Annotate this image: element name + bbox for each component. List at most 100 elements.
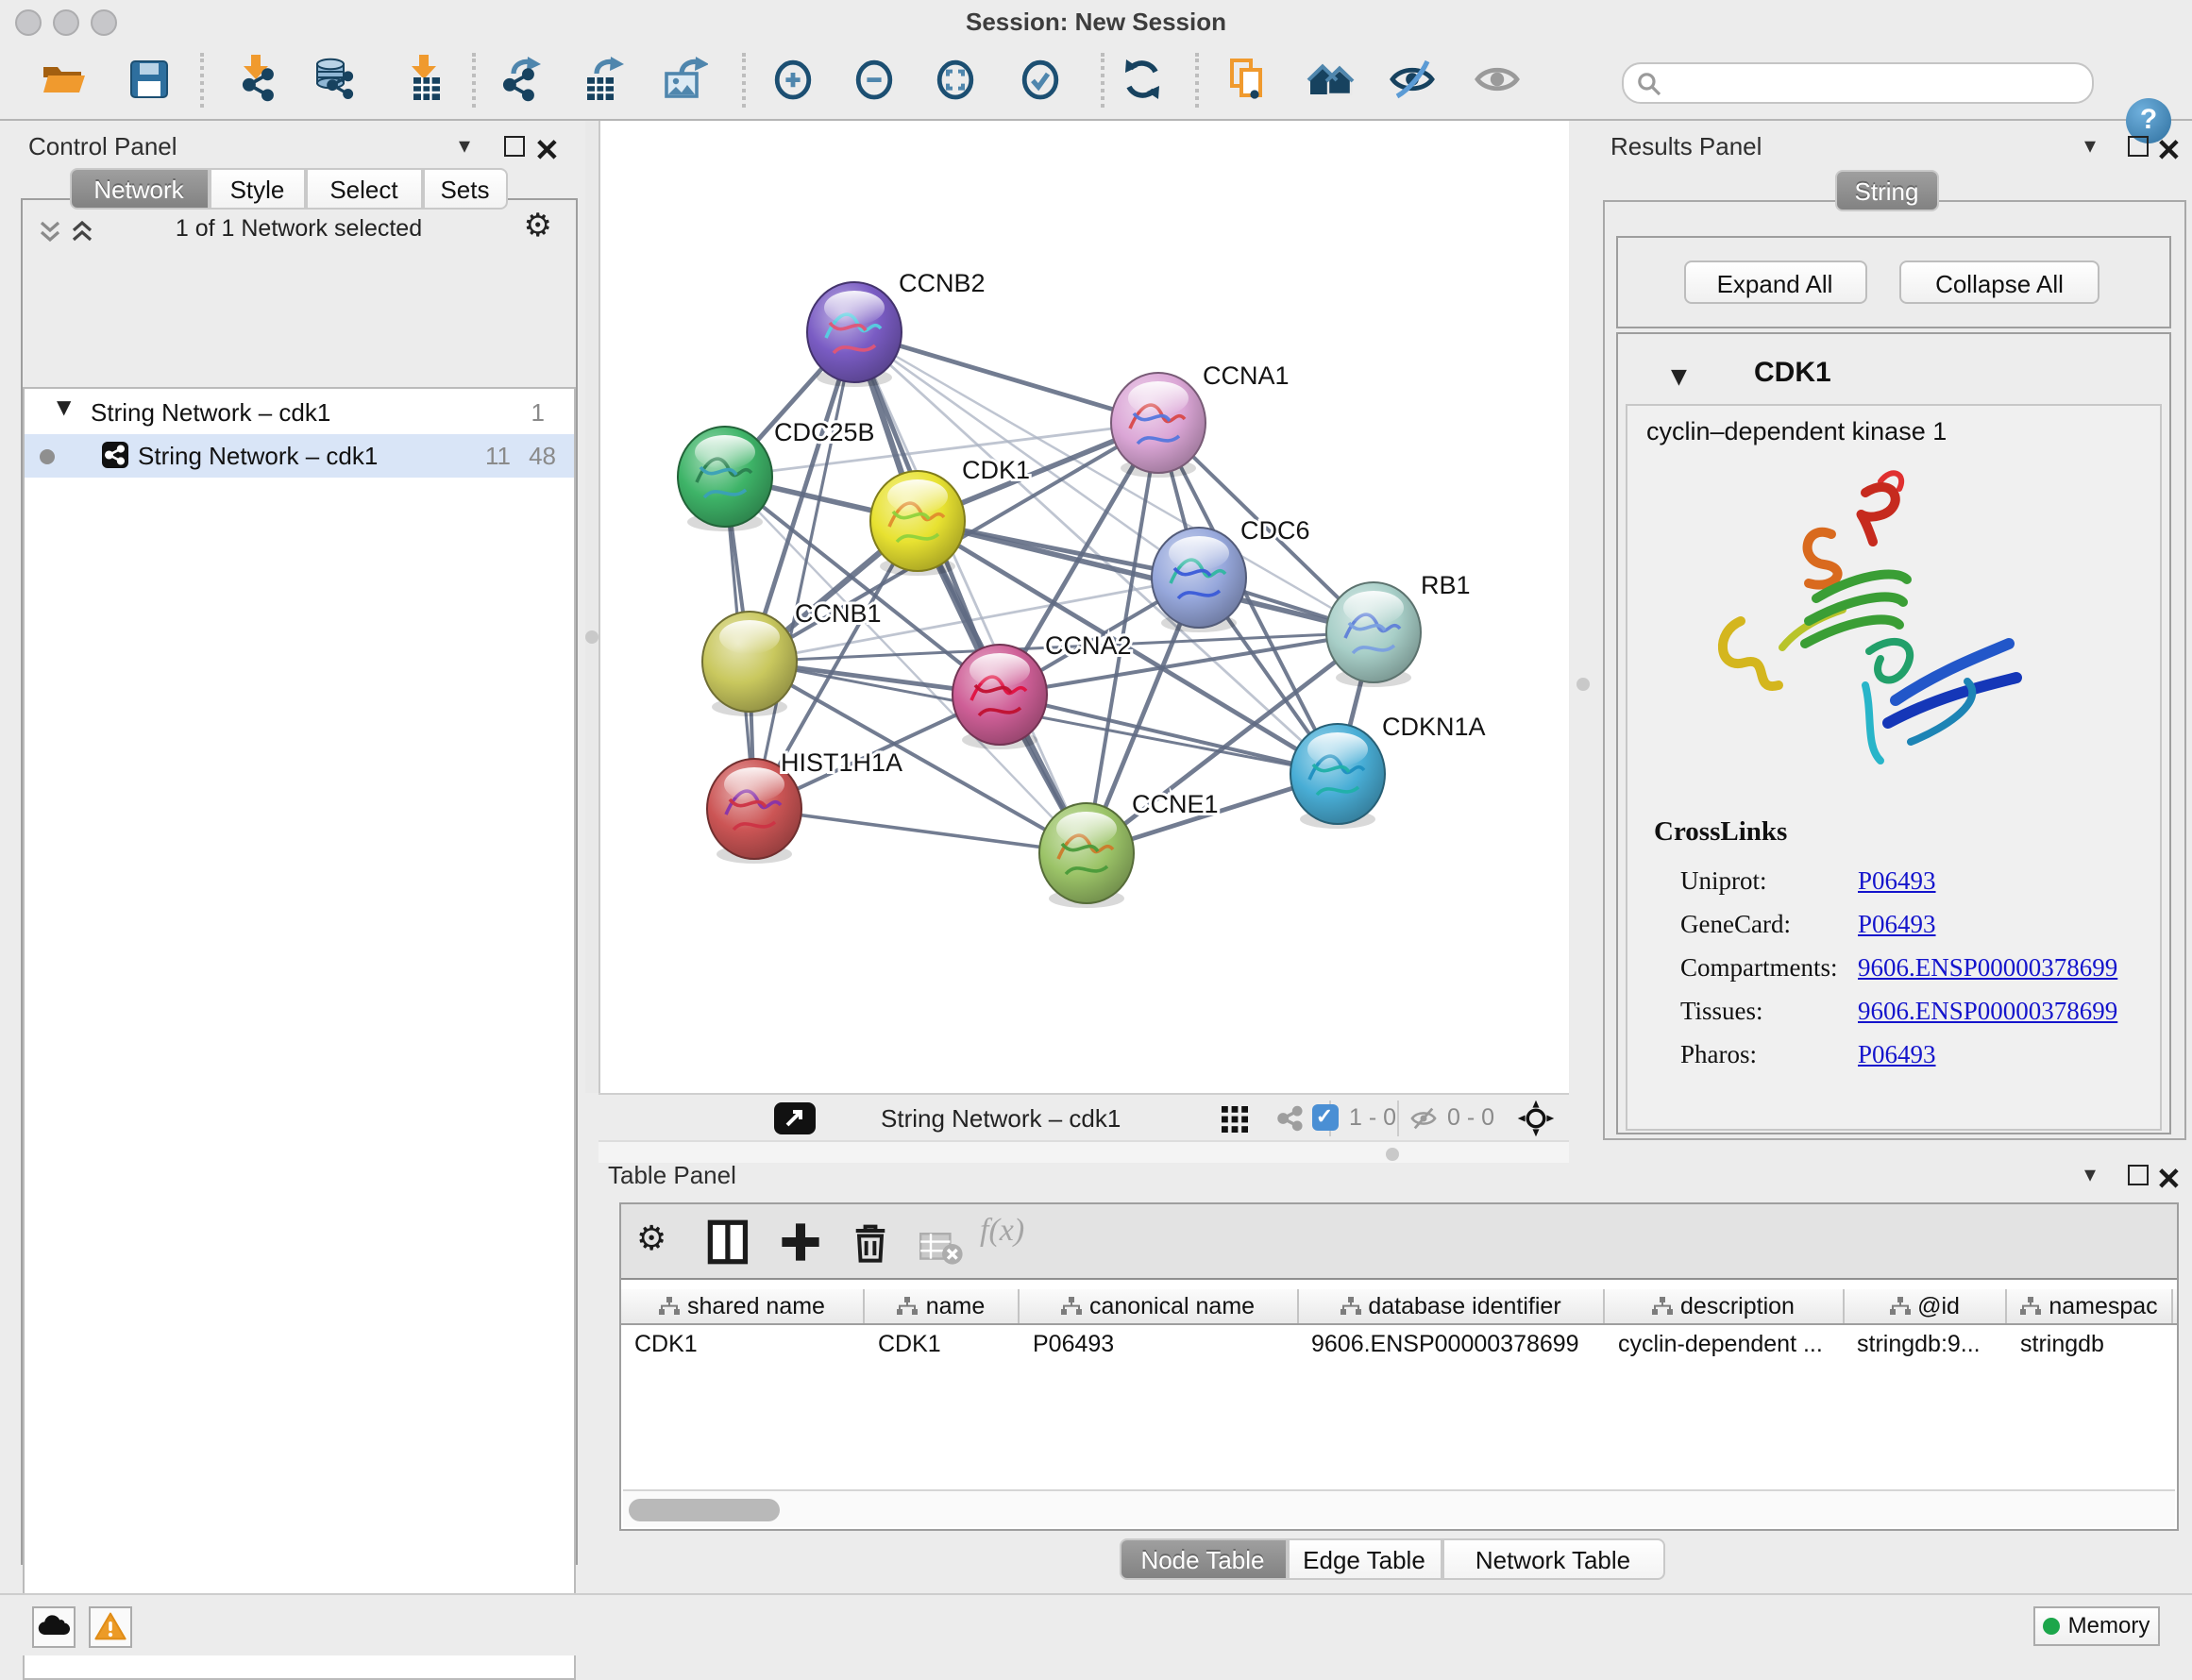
export-network-icon[interactable]	[495, 55, 544, 104]
node-CCNA1[interactable]	[1111, 372, 1206, 477]
column-header-name[interactable]: name	[865, 1289, 1020, 1323]
zoom-out-icon[interactable]	[850, 55, 899, 104]
function-builder-icon: f(x)	[980, 1212, 1024, 1250]
table-columns-icon[interactable]	[706, 1219, 751, 1265]
export-table-icon[interactable]	[576, 55, 625, 104]
save-session-icon[interactable]	[125, 55, 174, 104]
tab-network[interactable]: Network	[69, 168, 209, 210]
node-RB1[interactable]	[1326, 581, 1421, 686]
selected-checkbox-icon[interactable]: ✓	[1311, 1104, 1338, 1131]
collapse-all-button[interactable]: Collapse All	[1899, 260, 2099, 304]
crosslink-label: Pharos:	[1627, 1039, 1858, 1069]
network-options-gear-icon[interactable]: ⚙	[524, 208, 553, 245]
results-panel-menu-icon[interactable]: ▾	[2084, 132, 2096, 159]
hscrollbar-thumb[interactable]	[629, 1498, 780, 1520]
zoom-fit-icon[interactable]	[931, 55, 980, 104]
search-icon	[1637, 72, 1661, 96]
column-header-shared-name[interactable]: shared name	[621, 1289, 865, 1323]
show-items-icon[interactable]	[1473, 55, 1522, 104]
control-panel-menu-icon[interactable]: ▾	[459, 132, 470, 159]
collection-expander-icon[interactable]: ▼	[57, 398, 71, 419]
tab-select[interactable]: Select	[306, 168, 422, 210]
table-cell[interactable]: CDK1	[865, 1325, 1020, 1365]
import-network-icon[interactable]	[230, 55, 279, 104]
grid-view-icon[interactable]	[1222, 1105, 1248, 1132]
crosslink-link[interactable]: 9606.ENSP00000378699	[1858, 952, 2117, 983]
table-delete-trash-icon[interactable]	[848, 1219, 893, 1265]
cloud-button[interactable]	[31, 1605, 75, 1647]
control-panel-float-icon[interactable]	[504, 136, 525, 157]
node-CCNB1[interactable]	[702, 611, 797, 715]
table-panel-menu-icon[interactable]: ▾	[2084, 1161, 2096, 1187]
protein-expander-icon[interactable]: ▼	[1671, 364, 1687, 389]
export-image-icon[interactable]	[659, 55, 708, 104]
crosslink-link[interactable]: P06493	[1858, 1039, 1936, 1069]
tab-network-table[interactable]: Network Table	[1442, 1538, 1664, 1580]
memory-button[interactable]: Memory	[2033, 1605, 2160, 1645]
crosslink-link[interactable]: P06493	[1858, 865, 1936, 896]
edge-HIST1H1A-CCNE1[interactable]	[754, 808, 1087, 852]
refresh-icon[interactable]	[1118, 55, 1167, 104]
tab-sets[interactable]: Sets	[422, 168, 508, 210]
open-external-icon[interactable]	[773, 1102, 815, 1134]
column-header-namespac[interactable]: namespac	[2007, 1289, 2173, 1323]
table-settings-gear-icon[interactable]: ⚙	[636, 1219, 682, 1265]
crosslink-link[interactable]: P06493	[1858, 909, 1936, 939]
results-panel-close-icon[interactable]: ✕	[2156, 132, 2182, 170]
zoom-in-icon[interactable]	[768, 55, 818, 104]
network-row-selected[interactable]: String Network – cdk1 11 48	[25, 434, 573, 478]
table-cell[interactable]: 9606.ENSP00000378699	[1298, 1325, 1605, 1365]
network-view-title: String Network – cdk1	[881, 1103, 1121, 1132]
table-cell[interactable]: cyclin-dependent ...	[1605, 1325, 1844, 1365]
open-file-icon[interactable]	[40, 55, 89, 104]
expand-all-button[interactable]: Expand All	[1683, 260, 1866, 304]
network-status-dot-icon	[40, 449, 55, 464]
node-CDKN1A[interactable]	[1290, 723, 1385, 828]
control-panel-close-icon[interactable]: ✕	[534, 132, 560, 170]
network-share-icon[interactable]	[1274, 1102, 1307, 1134]
node-label-CCNB2: CCNB2	[899, 268, 986, 296]
horizontal-splitter[interactable]	[599, 1140, 1569, 1163]
table-cell[interactable]: P06493	[1020, 1325, 1298, 1365]
tab-style[interactable]: Style	[209, 168, 306, 210]
right-splitter[interactable]	[1569, 120, 1597, 1139]
node-CCNE1[interactable]	[1039, 802, 1134, 907]
column-header-canonical-name[interactable]: canonical name	[1020, 1289, 1298, 1323]
table-panel-close-icon[interactable]: ✕	[2156, 1161, 2182, 1199]
table-cell[interactable]: stringdb	[2007, 1325, 2173, 1365]
import-database-icon[interactable]	[310, 55, 359, 104]
warnings-button[interactable]	[88, 1605, 131, 1647]
birdseye-crosshair-icon[interactable]	[1516, 1098, 1556, 1137]
table-add-icon[interactable]	[778, 1219, 823, 1265]
node-CDK1[interactable]	[870, 470, 965, 575]
edge-CCNB2-HIST1H1A[interactable]	[754, 331, 854, 808]
crosslinks-heading: CrossLinks	[1654, 817, 1787, 849]
import-table-icon[interactable]	[396, 55, 446, 104]
search-box[interactable]	[1622, 62, 2094, 104]
tab-edge-table[interactable]: Edge Table	[1287, 1538, 1442, 1580]
table-hscrollbar[interactable]	[623, 1489, 2175, 1527]
tab-string[interactable]: String	[1835, 170, 1938, 211]
results-panel-float-icon[interactable]	[2128, 136, 2149, 157]
edge-CCNA2-CDKN1A[interactable]	[1000, 694, 1338, 773]
column-header-description[interactable]: description	[1605, 1289, 1844, 1323]
network-canvas[interactable]: CCNB2CCNA1CDC25BCDK1CDC6RB1CCNB1CCNA2CDK…	[599, 120, 1569, 1093]
node-label-RB1: RB1	[1421, 570, 1471, 598]
network-collection-row[interactable]: ▼ String Network – cdk1 1	[25, 391, 573, 434]
table-cell[interactable]: CDK1	[621, 1325, 865, 1365]
zoom-selected-icon[interactable]	[1016, 55, 1065, 104]
column-header--id[interactable]: @id	[1844, 1289, 2007, 1323]
column-header-database-identifier[interactable]: database identifier	[1298, 1289, 1605, 1323]
table-row[interactable]: CDK1CDK1P064939606.ENSP00000378699cyclin…	[621, 1325, 2177, 1365]
table-panel-float-icon[interactable]	[2128, 1165, 2149, 1185]
network-overview-icon[interactable]	[1307, 55, 1356, 104]
annotations-icon[interactable]	[1223, 55, 1273, 104]
left-splitter[interactable]	[585, 120, 599, 1093]
search-input[interactable]	[1669, 66, 2082, 100]
tab-node-table[interactable]: Node Table	[1119, 1538, 1287, 1580]
table-cell[interactable]: stringdb:9...	[1844, 1325, 2007, 1365]
node-CDC25B[interactable]	[678, 426, 772, 530]
toolbar-separator	[472, 53, 476, 108]
crosslink-link[interactable]: 9606.ENSP00000378699	[1858, 996, 2117, 1026]
hide-items-icon[interactable]	[1388, 55, 1437, 104]
